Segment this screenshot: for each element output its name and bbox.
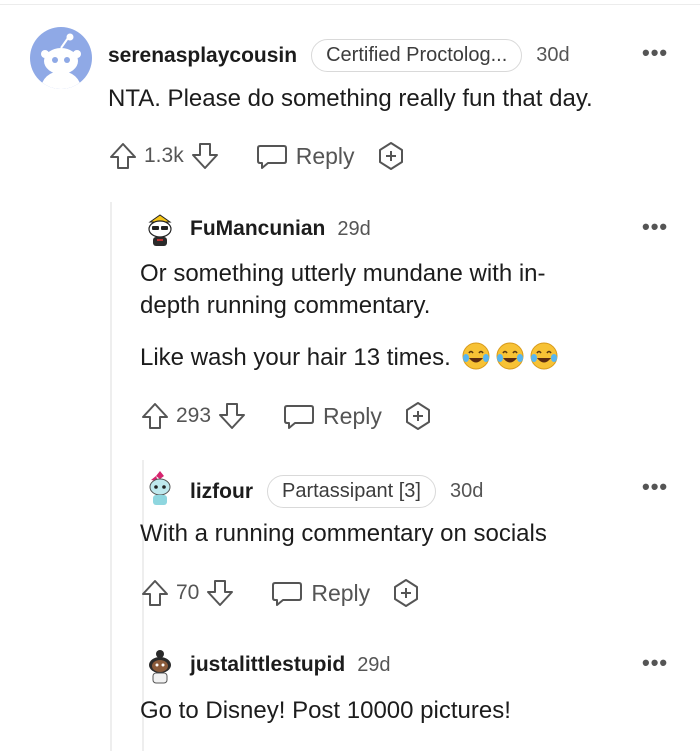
- comment-body-paragraph-2: Like wash your hair 13 times.: [140, 341, 559, 374]
- award-icon[interactable]: [390, 577, 422, 609]
- avatar-justalittlestupid[interactable]: [142, 648, 178, 684]
- award-icon[interactable]: [375, 140, 407, 172]
- more-options-icon[interactable]: •••: [642, 216, 668, 238]
- comment-header: serenasplaycousin Certified Proctolog...…: [108, 39, 570, 72]
- comment-age: 29d: [337, 217, 371, 240]
- comment-body: NTA. Please do something really fun that…: [108, 85, 593, 112]
- tears-of-joy-emoji-icon: [462, 342, 490, 370]
- top-divider: [0, 4, 700, 5]
- vote-score: 70: [176, 581, 200, 604]
- comment-body: With a running commentary on socials: [140, 520, 547, 547]
- comment-body: Go to Disney! Post 10000 pictures!: [140, 697, 511, 724]
- reply-button[interactable]: Reply: [283, 401, 382, 431]
- snoo-avatar-icon: [148, 214, 172, 246]
- reply-label: Reply: [323, 402, 382, 429]
- reply-button[interactable]: Reply: [271, 578, 370, 608]
- reply-label: Reply: [311, 579, 371, 606]
- upvote-icon[interactable]: [140, 401, 170, 431]
- more-options-icon[interactable]: •••: [642, 42, 668, 64]
- comment-body-line-1: Or something utterly mundane with in-: [140, 260, 546, 287]
- comment-header: FuMancunian 29d: [190, 217, 371, 241]
- comment-actions: 70 Reply: [140, 577, 422, 609]
- upvote-icon[interactable]: [108, 141, 138, 171]
- comment-username[interactable]: FuMancunian: [190, 217, 325, 241]
- comment-username[interactable]: justalittlestupid: [190, 653, 345, 677]
- downvote-icon[interactable]: [190, 141, 220, 171]
- comment-age: 30d: [449, 480, 484, 502]
- comment-username[interactable]: serenasplaycousin: [108, 44, 297, 68]
- comment-bubble-icon: [272, 582, 303, 606]
- snoo-avatar-icon: [149, 650, 171, 684]
- snoo-avatar-icon: [41, 33, 81, 89]
- comment-body-text: Like wash your hair 13 times.: [140, 344, 451, 371]
- vote-score: 293: [176, 404, 212, 427]
- comment-actions: 293 Reply: [140, 400, 434, 432]
- downvote-icon[interactable]: [205, 578, 235, 608]
- comment-header: lizfour Partassipant [3] 30d: [190, 475, 483, 508]
- avatar-serenasplaycousin[interactable]: [30, 27, 92, 89]
- comment-age: 30d: [536, 44, 570, 66]
- avatar-fumancunian[interactable]: [142, 212, 178, 248]
- comment-username[interactable]: lizfour: [190, 480, 253, 504]
- avatar-lizfour[interactable]: [142, 470, 178, 506]
- more-options-icon[interactable]: •••: [642, 652, 668, 674]
- downvote-icon[interactable]: [217, 401, 247, 431]
- upvote-icon[interactable]: [140, 578, 170, 608]
- user-flair: Certified Proctolog...: [311, 39, 523, 72]
- comment-body-line-2: depth running commentary.: [140, 292, 431, 319]
- tears-of-joy-emoji-icon: [496, 342, 524, 370]
- tears-of-joy-emoji-icon: [530, 342, 558, 370]
- comment-bubble-icon: [284, 405, 315, 429]
- snoo-avatar-icon: [149, 471, 171, 505]
- comment-bubble-icon: [256, 145, 287, 169]
- comment-header: justalittlestupid 29d: [190, 653, 391, 677]
- reply-button[interactable]: Reply: [256, 141, 355, 171]
- thread-line[interactable]: [110, 202, 112, 751]
- vote-score: 1.3k: [144, 144, 184, 167]
- more-options-icon[interactable]: •••: [642, 476, 668, 498]
- user-flair: Partassipant [3]: [267, 475, 436, 508]
- comment-age: 29d: [357, 653, 391, 676]
- comment-actions: 1.3k Reply: [108, 140, 407, 172]
- award-icon[interactable]: [402, 400, 434, 432]
- reply-label: Reply: [295, 142, 355, 169]
